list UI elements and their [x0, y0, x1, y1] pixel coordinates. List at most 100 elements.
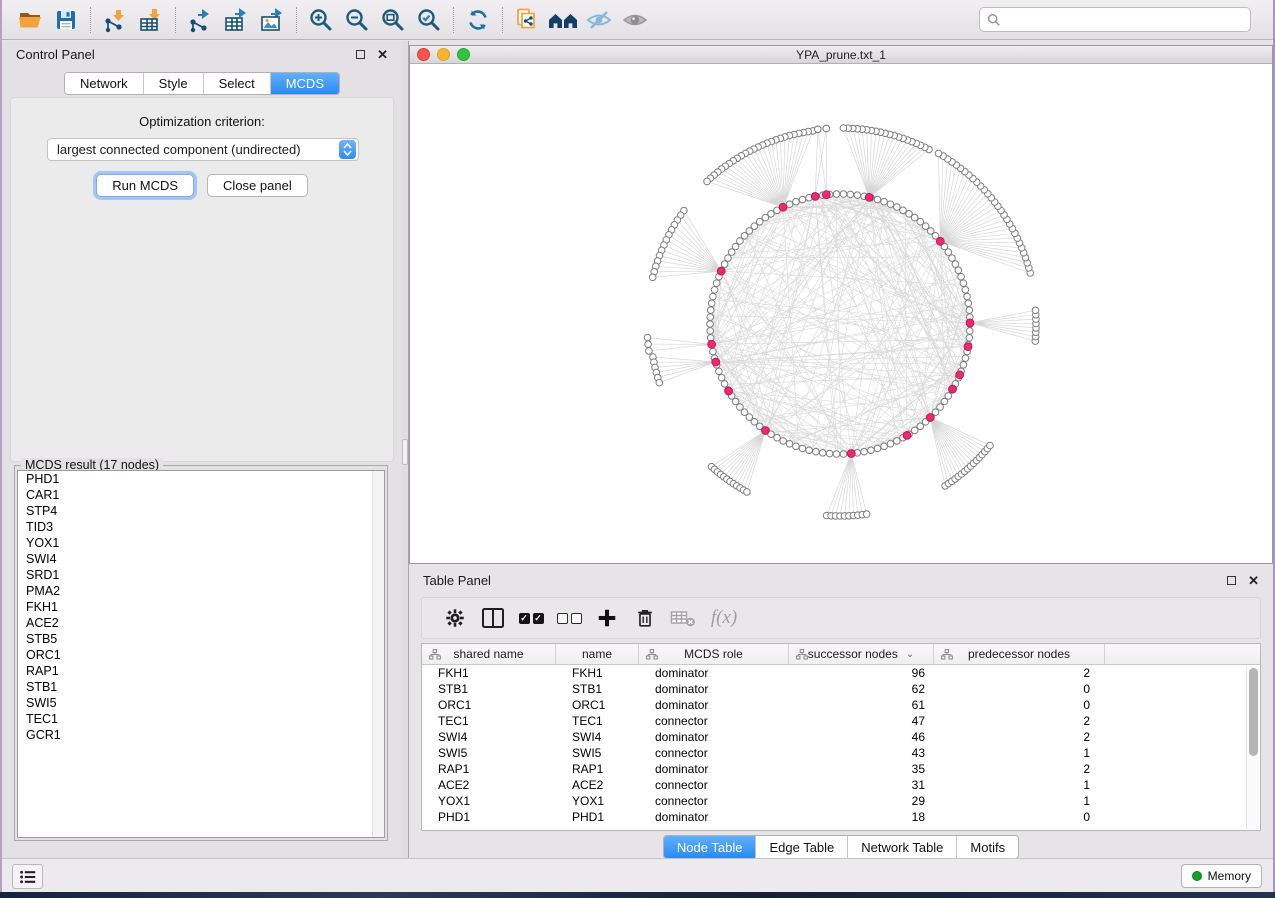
mcds-result-item[interactable]: TEC1: [18, 711, 384, 727]
open-file-button[interactable]: [12, 5, 48, 35]
mcds-result-item[interactable]: STB1: [18, 679, 384, 695]
tab-style[interactable]: Style: [144, 73, 204, 94]
float-panel-icon[interactable]: [356, 50, 365, 59]
export-table-button[interactable]: [218, 5, 254, 35]
network-node[interactable]: [955, 267, 962, 274]
network-node[interactable]: [987, 442, 994, 449]
network-node[interactable]: [707, 328, 714, 335]
mcds-result-item[interactable]: PMA2: [18, 583, 384, 599]
apply-layout-button[interactable]: [460, 5, 496, 35]
zoom-fit-button[interactable]: [375, 5, 411, 35]
network-node[interactable]: [894, 438, 901, 445]
tab-network[interactable]: Network: [65, 73, 144, 94]
network-node[interactable]: [840, 125, 847, 132]
table-row[interactable]: YOX1YOX1connector291: [422, 793, 1260, 809]
network-node[interactable]: [833, 451, 840, 458]
network-node[interactable]: [799, 196, 806, 203]
vertical-splitter[interactable]: [402, 41, 409, 858]
clone-network-button[interactable]: [509, 5, 545, 35]
mcds-node[interactable]: [708, 340, 716, 348]
table-row[interactable]: FKH1FKH1dominator962: [422, 665, 1260, 681]
table-row[interactable]: RAP1RAP1dominator352: [422, 761, 1260, 777]
deselect-all-button[interactable]: [550, 601, 588, 635]
network-node[interactable]: [854, 192, 861, 199]
network-node[interactable]: [906, 211, 913, 218]
mcds-result-item[interactable]: SWI4: [18, 551, 384, 567]
network-node[interactable]: [707, 307, 714, 314]
table-row[interactable]: ORC1ORC1dominator610: [422, 697, 1260, 713]
mcds-node[interactable]: [847, 450, 855, 458]
network-node[interactable]: [840, 191, 847, 198]
column-header-name[interactable]: name: [556, 644, 639, 664]
save-session-button[interactable]: [48, 5, 84, 35]
network-node[interactable]: [881, 443, 888, 450]
network-node[interactable]: [900, 207, 907, 214]
mcds-result-item[interactable]: SRD1: [18, 567, 384, 583]
delete-table-button[interactable]: [664, 601, 702, 635]
mcds-result-item[interactable]: YOX1: [18, 535, 384, 551]
network-node[interactable]: [711, 287, 718, 294]
network-node[interactable]: [646, 348, 653, 355]
network-node[interactable]: [833, 191, 840, 198]
float-table-panel-icon[interactable]: [1227, 576, 1236, 585]
close-panel-button[interactable]: Close panel: [207, 174, 308, 197]
mcds-result-item[interactable]: PHD1: [18, 471, 384, 487]
network-node[interactable]: [887, 441, 894, 448]
network-node[interactable]: [960, 362, 967, 369]
network-node[interactable]: [874, 445, 881, 452]
table-row[interactable]: SWI5SWI5connector431: [422, 745, 1260, 761]
tab-node-table[interactable]: Node Table: [664, 836, 757, 858]
network-node[interactable]: [744, 489, 751, 496]
network-node[interactable]: [894, 204, 901, 211]
network-node[interactable]: [780, 438, 787, 445]
search-input[interactable]: [1006, 13, 1243, 27]
network-window-titlebar[interactable]: YPA_prune.txt_1: [410, 46, 1272, 64]
zoom-selected-button[interactable]: [411, 5, 447, 35]
network-node[interactable]: [840, 451, 847, 458]
network-node[interactable]: [644, 334, 651, 341]
tab-motifs[interactable]: Motifs: [957, 836, 1018, 858]
network-node[interactable]: [721, 261, 728, 268]
network-node[interactable]: [861, 448, 868, 455]
memory-button[interactable]: Memory: [1181, 864, 1262, 888]
network-node[interactable]: [725, 255, 732, 262]
export-image-button[interactable]: [254, 5, 290, 35]
task-manager-button[interactable]: [12, 864, 43, 889]
mcds-list-scrollbar[interactable]: [372, 471, 384, 837]
mcds-node[interactable]: [762, 427, 770, 435]
network-node[interactable]: [645, 341, 652, 348]
network-node[interactable]: [952, 261, 959, 268]
network-node[interactable]: [935, 150, 942, 157]
split-view-button[interactable]: [474, 601, 512, 635]
mcds-result-item[interactable]: STP4: [18, 503, 384, 519]
network-node[interactable]: [718, 374, 725, 381]
network-canvas[interactable]: [410, 64, 1275, 562]
mcds-result-item[interactable]: RAP1: [18, 663, 384, 679]
splitter-grip[interactable]: [402, 439, 408, 465]
network-node[interactable]: [823, 125, 830, 132]
network-node[interactable]: [964, 293, 971, 300]
network-node[interactable]: [815, 126, 822, 133]
mcds-node[interactable]: [964, 343, 972, 351]
zoom-out-button[interactable]: [339, 5, 375, 35]
import-table-button[interactable]: [133, 5, 169, 35]
table-settings-button[interactable]: [436, 601, 474, 635]
network-node[interactable]: [868, 447, 875, 454]
table-row[interactable]: PHD1PHD1dominator180: [422, 809, 1260, 825]
network-node[interactable]: [874, 196, 881, 203]
first-neighbors-button[interactable]: [545, 5, 581, 35]
network-node[interactable]: [799, 445, 806, 452]
network-node[interactable]: [707, 321, 714, 328]
network-node[interactable]: [707, 314, 714, 321]
network-node[interactable]: [710, 348, 717, 355]
table-row[interactable]: TEC1TEC1connector472: [422, 713, 1260, 729]
export-network-button[interactable]: [182, 5, 218, 35]
mcds-node[interactable]: [926, 414, 934, 422]
mcds-result-item[interactable]: TID3: [18, 519, 384, 535]
network-node[interactable]: [774, 434, 781, 441]
network-node[interactable]: [721, 381, 728, 388]
column-header-mcds-role[interactable]: MCDS role: [639, 644, 789, 664]
network-node[interactable]: [966, 307, 973, 314]
network-node[interactable]: [881, 198, 888, 205]
mcds-node[interactable]: [966, 319, 974, 327]
